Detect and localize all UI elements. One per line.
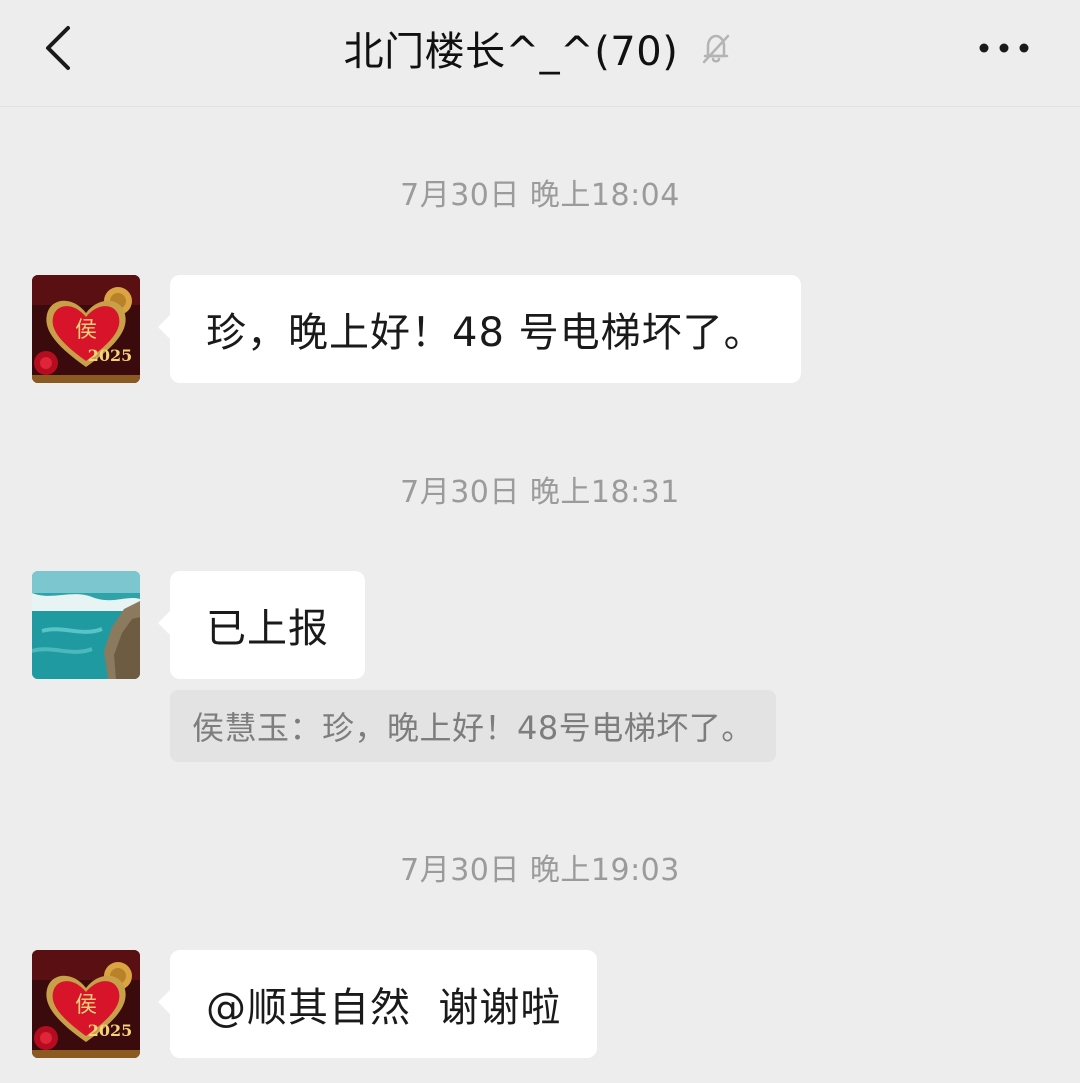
heart-2025-avatar[interactable]: 侯 2025	[32, 950, 140, 1058]
message-timestamp: 7月30日 晚上18:04	[400, 178, 680, 213]
message-bubble[interactable]: 已上报	[158, 571, 365, 679]
svg-text:侯: 侯	[75, 318, 97, 343]
title-area: 北门楼长^_^(70)	[0, 20, 1080, 76]
bell-off-icon	[696, 28, 736, 68]
quoted-message-text: 侯慧玉：珍，晚上好！48号电梯坏了。	[192, 709, 754, 747]
sea-cliff-avatar[interactable]	[32, 571, 140, 679]
heart-2025-avatar[interactable]: 侯 2025	[32, 275, 140, 383]
svg-text:侯: 侯	[75, 993, 97, 1018]
message-text: 珍，晚上好！48 号电梯坏了。	[206, 310, 765, 356]
message-timestamp: 7月30日 晚上19:03	[400, 853, 680, 888]
svg-text:2025: 2025	[88, 346, 133, 365]
message-text: 已上报	[206, 606, 329, 652]
chat-header: 北门楼长^_^(70)	[0, 0, 1080, 107]
message-timestamp: 7月30日 晚上18:31	[400, 475, 680, 510]
quoted-message[interactable]: 侯慧玉：珍，晚上好！48号电梯坏了。	[170, 690, 776, 762]
message-bubble[interactable]: @顺其自然 谢谢啦	[157, 950, 598, 1058]
svg-text:2025: 2025	[88, 1021, 133, 1040]
message-bubble[interactable]: 珍，晚上好！48 号电梯坏了。	[158, 275, 801, 383]
chat-title[interactable]: 北门楼长^_^(70)	[344, 19, 679, 77]
more-horizontal-icon[interactable]	[976, 36, 1032, 60]
message-text: @顺其自然 谢谢啦	[206, 985, 562, 1031]
